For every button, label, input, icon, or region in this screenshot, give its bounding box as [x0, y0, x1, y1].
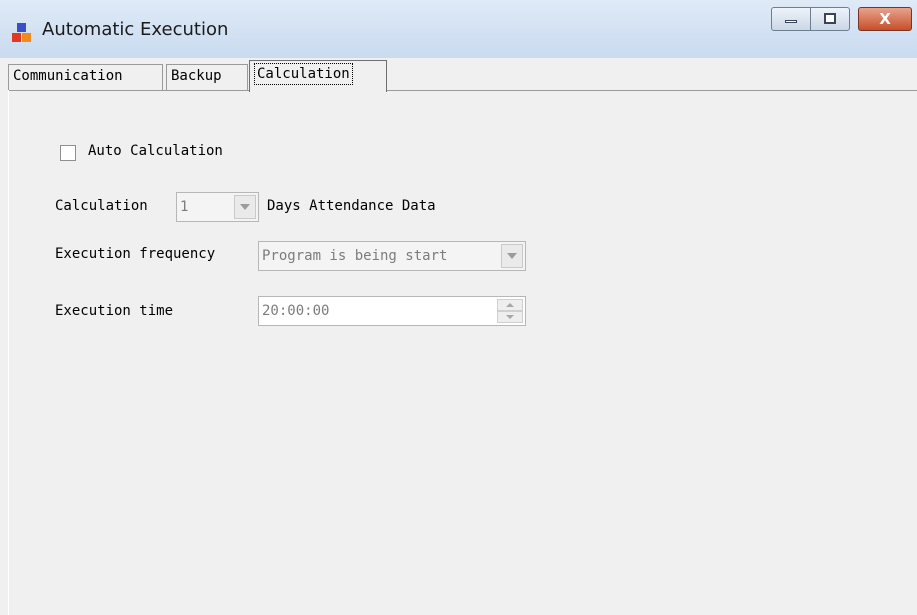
execution-time-label: Execution time [55, 303, 174, 319]
maximize-icon [824, 13, 836, 24]
app-icon [12, 23, 32, 43]
days-attendance-label: Days Attendance Data [267, 198, 436, 214]
close-icon: X [879, 10, 891, 28]
execution-frequency-select[interactable]: Program is being start [258, 241, 526, 271]
auto-calculation-checkbox[interactable] [60, 145, 76, 161]
window-title: Automatic Execution [42, 19, 229, 40]
execution-frequency-value: Program is being start [262, 248, 448, 264]
chevron-down-icon [507, 253, 517, 259]
tab-label: Backup [171, 68, 222, 84]
close-button[interactable]: X [858, 7, 912, 31]
title-bar: Automatic Execution X [0, 0, 917, 58]
minimize-icon [785, 20, 797, 23]
execution-time-value: 20:00:00 [262, 303, 330, 319]
calculation-days-select[interactable]: 1 [176, 192, 259, 222]
tab-panel-border [8, 90, 917, 91]
dropdown-button[interactable] [501, 244, 523, 268]
tab-label: Calculation [254, 63, 353, 85]
dropdown-button[interactable] [234, 195, 256, 219]
chevron-down-icon [240, 204, 250, 210]
tab-calculation[interactable]: Calculation [249, 60, 387, 92]
calculation-days-value: 1 [180, 199, 189, 215]
spin-down-button[interactable] [497, 311, 523, 323]
minimize-button[interactable] [771, 7, 811, 31]
tab-communication[interactable]: Communication [8, 64, 163, 90]
calculation-label: Calculation [55, 198, 148, 214]
tab-panel-edge [8, 90, 9, 615]
auto-calculation-label: Auto Calculation [88, 143, 223, 159]
tab-backup[interactable]: Backup [166, 64, 248, 90]
spin-up-button[interactable] [497, 299, 523, 311]
spin-down-icon [506, 315, 514, 319]
execution-frequency-label: Execution frequency [55, 246, 216, 262]
execution-time-input[interactable]: 20:00:00 [258, 296, 526, 326]
tab-label: Communication [13, 68, 123, 84]
maximize-button[interactable] [810, 7, 850, 31]
spin-up-icon [506, 303, 514, 307]
